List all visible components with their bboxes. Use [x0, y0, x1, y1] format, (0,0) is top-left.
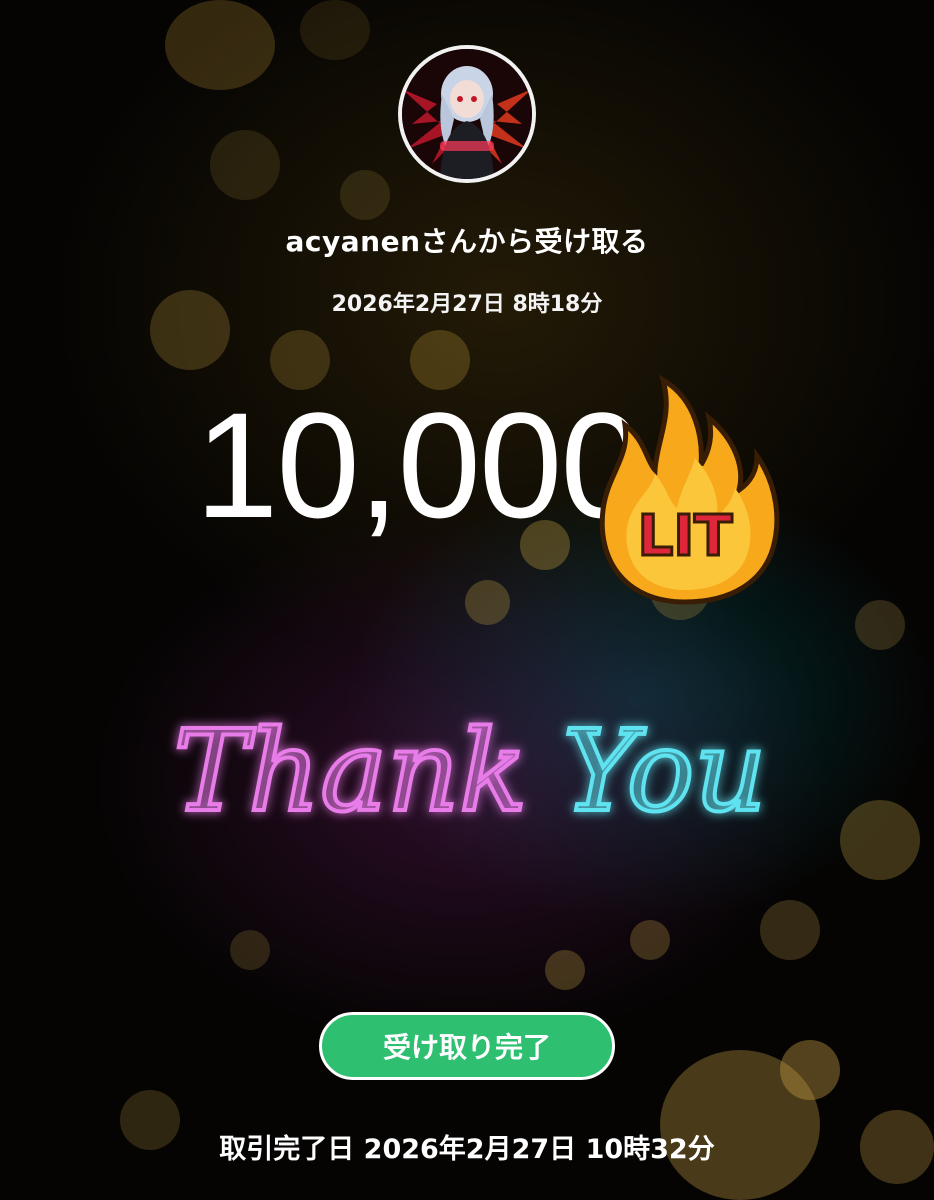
receive-complete-button[interactable]: 受け取り完了 — [319, 1012, 615, 1080]
sender-avatar[interactable] — [398, 45, 536, 183]
bokeh-light — [660, 1050, 820, 1200]
bokeh-light — [210, 130, 280, 200]
bokeh-light — [840, 800, 920, 880]
lit-label: LIT — [638, 504, 733, 569]
amount-value: 10,000 — [195, 381, 644, 549]
bokeh-light — [300, 0, 370, 60]
bokeh-light — [340, 170, 390, 220]
bokeh-light — [165, 0, 275, 90]
completed-datetime: 取引完了日 2026年2月27日 10時32分 — [219, 1134, 715, 1165]
fire-lit-icon: LIT — [599, 374, 780, 605]
card-message-part-2: You — [563, 707, 767, 837]
anime-avatar-icon — [402, 49, 532, 179]
transfer-receipt-screen: acyanenさんから受け取る 2026年2月27日 8時18分 10,000 … — [0, 0, 934, 1200]
sender-line: acyanenさんから受け取る — [285, 225, 649, 258]
bokeh-light — [760, 900, 820, 960]
bokeh-light — [545, 950, 585, 990]
bokeh-light — [230, 930, 270, 970]
sent-datetime: 2026年2月27日 8時18分 — [331, 292, 603, 317]
bokeh-light — [465, 580, 510, 625]
card-message: Thank You — [174, 707, 767, 837]
card-message-part-1: Thank — [174, 707, 563, 837]
bokeh-light — [780, 1040, 840, 1100]
bokeh-light — [630, 920, 670, 960]
thank-you-card: Thank You — [172, 705, 769, 839]
bokeh-light — [855, 600, 905, 650]
